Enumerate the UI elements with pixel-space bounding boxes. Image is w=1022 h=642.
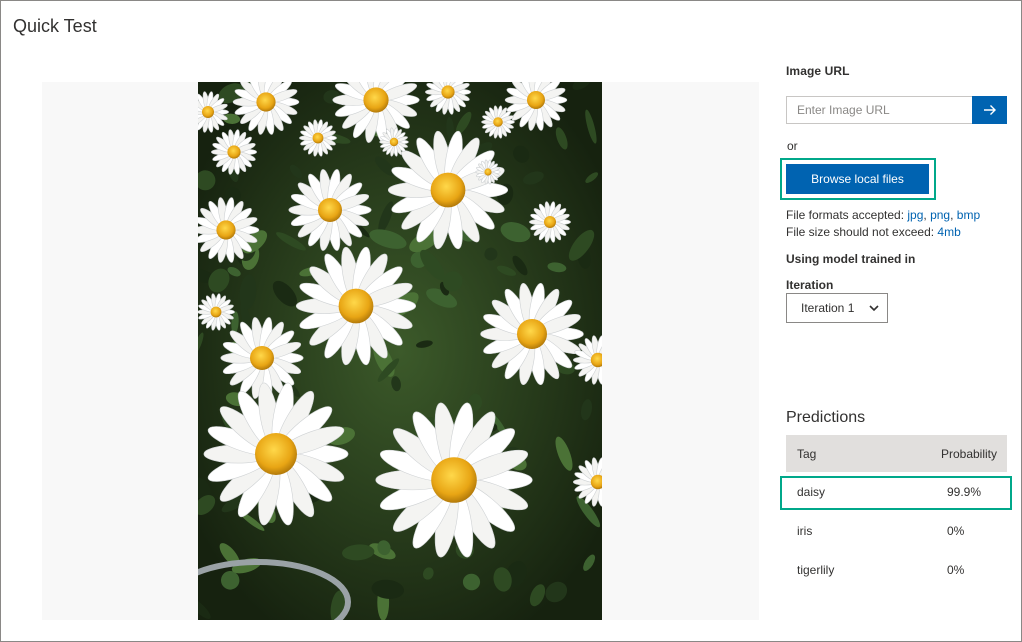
format-link-bmp[interactable]: bmp <box>957 208 980 222</box>
file-size-text: File size should not exceed: 4mb <box>786 225 961 239</box>
iteration-label: Iteration <box>786 278 834 292</box>
table-row: tigerlily 0% <box>786 550 1007 589</box>
column-header-tag: Tag <box>797 446 817 461</box>
iteration-select[interactable]: Iteration 1 <box>786 293 888 323</box>
table-row: iris 0% <box>786 511 1007 550</box>
file-formats-text: File formats accepted: jpg, png, bmp <box>786 208 980 222</box>
column-header-probability: Probability <box>940 446 997 461</box>
flower-center-shape <box>389 137 399 147</box>
file-formats-prefix: File formats accepted: <box>786 208 908 222</box>
format-link-png[interactable]: png <box>930 208 950 222</box>
tag-cell: daisy <box>797 484 826 499</box>
flower-center-shape <box>493 117 503 127</box>
flower-center-shape <box>216 220 236 240</box>
flower-center-shape <box>431 457 477 503</box>
image-preview-area <box>42 82 759 620</box>
flower-center-shape <box>527 91 545 109</box>
tag-cell: iris <box>797 523 813 538</box>
probability-cell: 0% <box>947 562 965 577</box>
file-size-link[interactable]: 4mb <box>937 225 960 239</box>
image-url-input[interactable] <box>786 96 972 124</box>
flower-center-shape <box>256 92 276 112</box>
tag-cell: tigerlily <box>797 562 835 577</box>
chevron-down-icon <box>869 305 879 312</box>
file-size-prefix: File size should not exceed: <box>786 225 938 239</box>
flower-center-shape <box>363 87 389 113</box>
submit-url-button[interactable] <box>972 96 1007 124</box>
page-title: Quick Test <box>13 16 97 36</box>
image-url-row <box>786 96 1007 124</box>
probability-cell: 0% <box>947 523 965 538</box>
flower-center-shape <box>202 106 214 118</box>
or-separator: or <box>787 139 798 153</box>
flower-center-shape <box>441 85 455 99</box>
predictions-title: Predictions <box>786 409 866 426</box>
image-url-label: Image URL <box>786 64 850 78</box>
arrow-right-icon <box>983 105 996 115</box>
model-label: Using model trained in <box>786 252 916 266</box>
iteration-select-value: Iteration 1 <box>801 301 855 315</box>
flower-center-shape <box>484 168 492 176</box>
probability-cell: 99.9% <box>947 484 982 499</box>
flower-center-shape <box>430 172 466 208</box>
predictions-table: Tag Probability daisy 99.9% iris 0% tige… <box>786 435 1007 589</box>
flower-center-shape <box>312 132 324 144</box>
flower-center-shape <box>250 346 274 370</box>
format-separator: , <box>950 208 957 222</box>
flower-center-shape <box>517 319 547 349</box>
test-image-daisies <box>198 82 602 620</box>
predictions-header: Tag Probability <box>786 435 1007 472</box>
flower-center-shape <box>255 433 297 475</box>
flower-center-shape <box>544 216 556 228</box>
format-link-jpg[interactable]: jpg <box>907 208 923 222</box>
table-row: daisy 99.9% <box>786 472 1007 511</box>
flower-center-shape <box>227 145 241 159</box>
flower-center-shape <box>210 306 222 318</box>
flower-center-shape <box>338 288 374 324</box>
browse-local-files-button[interactable]: Browse local files <box>786 164 929 194</box>
flower-center-shape <box>318 198 342 222</box>
